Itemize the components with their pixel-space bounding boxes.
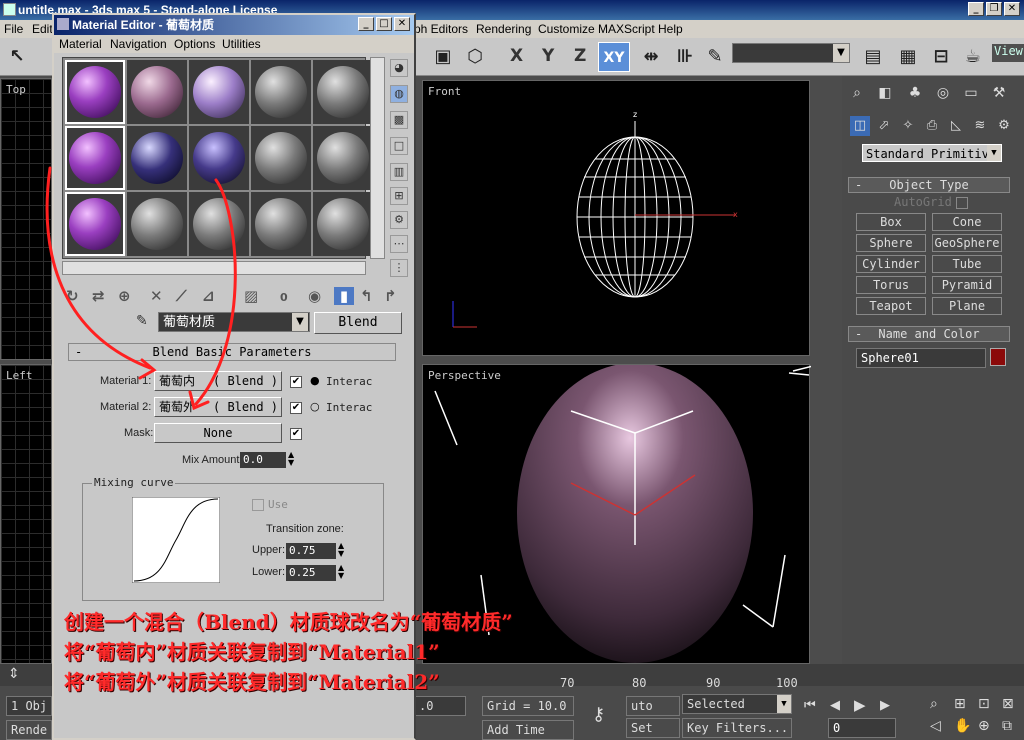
arrow-to-material1	[45, 166, 152, 370]
annotation-line-1: 创建一个混合（Blend）材质球改名为“葡萄材质”	[64, 610, 513, 634]
annotation-line-3: 将“葡萄外”材质关联复制到“Material2”	[64, 670, 440, 694]
annotation-line-2: 将“葡萄内”材质关联复制到“Material1”	[64, 640, 440, 664]
arrow-to-material2	[194, 178, 237, 406]
